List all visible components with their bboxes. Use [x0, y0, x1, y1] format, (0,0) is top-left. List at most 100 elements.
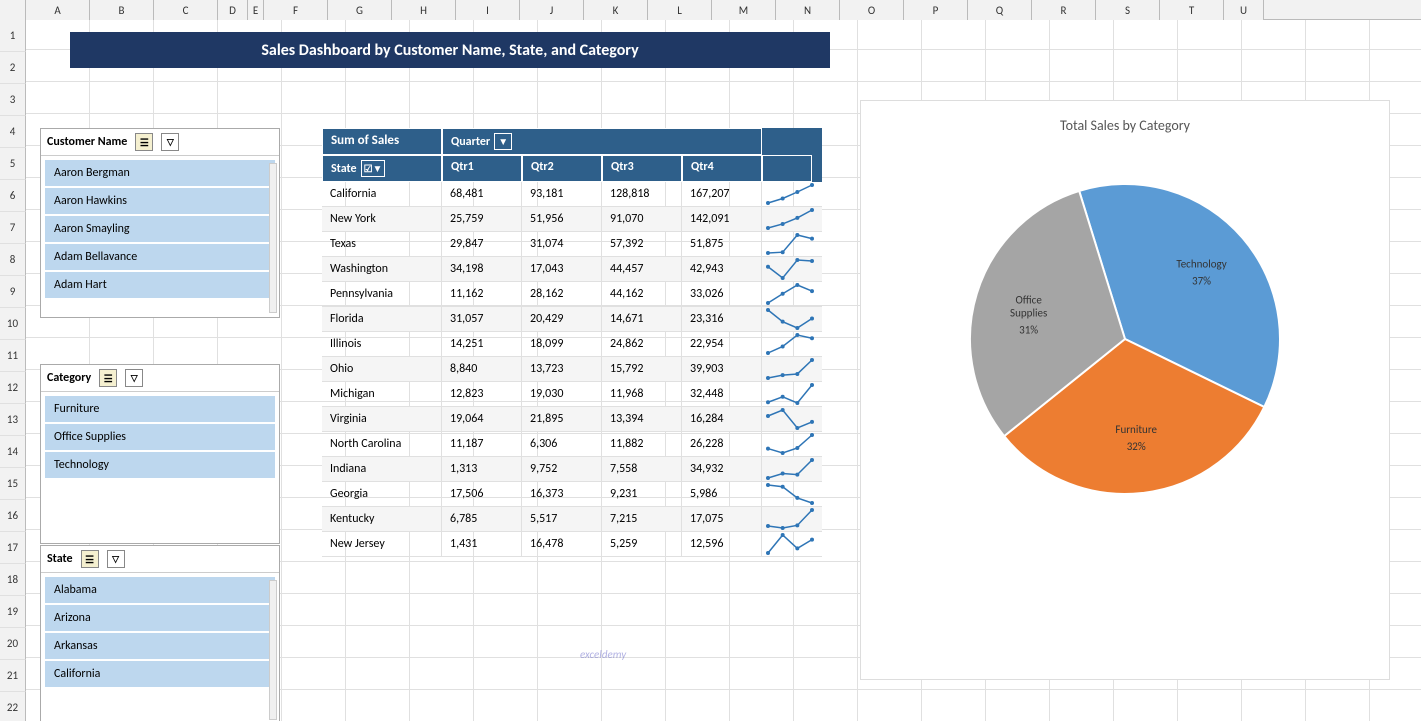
pivot-q3-cell: 13,394	[602, 407, 682, 431]
pivot-q1-cell: 14,251	[442, 332, 522, 356]
pivot-q2-cell: 5,517	[522, 507, 602, 531]
customer-slicer-item[interactable]: Aaron Bergman	[45, 160, 275, 186]
col-header-C: C	[154, 0, 218, 20]
pivot-q2-cell: 21,895	[522, 407, 602, 431]
corner-cell	[0, 0, 26, 20]
row-header-11: 11	[0, 340, 26, 372]
pie-label-technology: Technology	[1176, 257, 1226, 270]
col-header-K: K	[584, 0, 648, 20]
customer-slicer-item[interactable]: Aaron Smayling	[45, 216, 275, 242]
pivot-state-cell: Ohio	[322, 357, 442, 381]
pivot-q1-cell: 34,198	[442, 257, 522, 281]
pivot-data-rows: California 68,481 93,181 128,818 167,207…	[322, 182, 822, 557]
pivot-q1-cell: 6,785	[442, 507, 522, 531]
table-row: Michigan 12,823 19,030 11,968 32,448	[322, 382, 822, 407]
state-slicer-item[interactable]: California	[45, 661, 275, 687]
pivot-sparkline-header	[762, 155, 812, 182]
category-slicer-item[interactable]: Furniture	[45, 396, 275, 422]
pivot-sparkline-cell	[762, 257, 818, 281]
pivot-q4-cell: 39,903	[682, 357, 762, 381]
pivot-q4-cell: 34,932	[682, 457, 762, 481]
row-header-15: 15	[0, 468, 26, 500]
state-slicer-item[interactable]: Alabama	[45, 577, 275, 603]
pivot-sparkline-cell	[762, 182, 818, 206]
customer-slicer-scrollbar[interactable]	[269, 163, 277, 313]
col-header-P: P	[904, 0, 968, 20]
table-row: Ohio 8,840 13,723 15,792 39,903	[322, 357, 822, 382]
row-header-3: 3	[0, 84, 26, 116]
pivot-state-cell: Indiana	[322, 457, 442, 481]
category-slicer-multiselect-icon[interactable]: ☰	[99, 369, 117, 387]
row-header-14: 14	[0, 436, 26, 468]
pivot-q3-cell: 24,862	[602, 332, 682, 356]
pivot-q4-cell: 23,316	[682, 307, 762, 331]
category-slicer-title: Category	[47, 371, 91, 385]
state-filter-btn[interactable]: ☑▼	[361, 160, 386, 177]
pivot-q1-cell: 31,057	[442, 307, 522, 331]
customer-slicer-multiselect-icon[interactable]: ☰	[135, 133, 153, 151]
row-header-16: 16	[0, 500, 26, 532]
quarter-dropdown-btn[interactable]: ▼	[494, 133, 512, 150]
category-slicer-filter-icon[interactable]: ▽	[125, 369, 143, 387]
pie-percent-office-supplies: 31%	[1019, 324, 1038, 337]
category-slicer-item[interactable]: Technology	[45, 452, 275, 478]
pie-percent-furniture: 32%	[1127, 440, 1146, 453]
category-slicer-header: Category ☰ ▽	[41, 365, 279, 392]
pivot-sparkline-cell	[762, 307, 818, 331]
pivot-state-col-header: State ☑▼	[322, 155, 442, 182]
table-row: Florida 31,057 20,429 14,671 23,316	[322, 307, 822, 332]
pivot-qtr3-header: Qtr3	[602, 155, 682, 182]
col-header-T: T	[1160, 0, 1224, 20]
title-bar: Sales Dashboard by Customer Name, State,…	[70, 32, 830, 68]
pivot-q4-cell: 142,091	[682, 207, 762, 231]
customer-slicer-filter-icon[interactable]: ▽	[161, 133, 179, 151]
pivot-q4-cell: 17,075	[682, 507, 762, 531]
pivot-sparkline-cell	[762, 457, 818, 481]
pivot-q4-cell: 51,875	[682, 232, 762, 256]
pivot-state-cell: Florida	[322, 307, 442, 331]
category-slicer-item[interactable]: Office Supplies	[45, 424, 275, 450]
pivot-q4-cell: 33,026	[682, 282, 762, 306]
pivot-q1-cell: 12,823	[442, 382, 522, 406]
pivot-q1-cell: 1,431	[442, 532, 522, 556]
col-header-I: I	[456, 0, 520, 20]
col-header-B: B	[90, 0, 154, 20]
col-header-N: N	[776, 0, 840, 20]
state-slicer-scrollbar[interactable]	[269, 580, 277, 720]
row-header-2: 2	[0, 52, 26, 84]
col-headers: ABCDEFGHIJKLMNOPQRSTU	[0, 0, 1421, 20]
customer-slicer-item[interactable]: Adam Bellavance	[45, 244, 275, 270]
state-slicer-filter-icon[interactable]: ▽	[107, 550, 125, 568]
customer-slicer-item[interactable]: Aaron Hawkins	[45, 188, 275, 214]
spreadsheet: ABCDEFGHIJKLMNOPQRSTU 123456789101112131…	[0, 0, 1421, 721]
table-row: Virginia 19,064 21,895 13,394 16,284	[322, 407, 822, 432]
table-row: Illinois 14,251 18,099 24,862 22,954	[322, 332, 822, 357]
col-header-H: H	[392, 0, 456, 20]
row-header-8: 8	[0, 244, 26, 276]
pivot-q3-cell: 128,818	[602, 182, 682, 206]
pivot-header-row2: State ☑▼ Qtr1 Qtr2 Qtr3 Qtr4	[322, 155, 822, 182]
state-slicer-item[interactable]: Arizona	[45, 605, 275, 631]
row-header-4: 4	[0, 116, 26, 148]
row-header-1: 1	[0, 20, 26, 52]
customer-slicer-item[interactable]: Adam Hart	[45, 272, 275, 298]
pivot-q3-cell: 44,162	[602, 282, 682, 306]
row-header-9: 9	[0, 276, 26, 308]
table-row: Kentucky 6,785 5,517 7,215 17,075	[322, 507, 822, 532]
state-slicer-multiselect-icon[interactable]: ☰	[81, 550, 99, 568]
pivot-sum-of-sales: Sum of Sales	[322, 128, 442, 155]
pivot-sparkline-cell	[762, 207, 818, 231]
col-header-J: J	[520, 0, 584, 20]
state-slicer-item[interactable]: Arkansas	[45, 633, 275, 659]
pivot-state-cell: California	[322, 182, 442, 206]
pivot-q1-cell: 19,064	[442, 407, 522, 431]
pivot-q2-cell: 18,099	[522, 332, 602, 356]
pivot-qtr2-header: Qtr2	[522, 155, 602, 182]
table-row: New York 25,759 51,956 91,070 142,091	[322, 207, 822, 232]
pivot-table: Sum of Sales Quarter ▼ State ☑▼ Qtr1 Qtr…	[322, 128, 822, 557]
row-header-12: 12	[0, 372, 26, 404]
dashboard-title: Sales Dashboard by Customer Name, State,…	[261, 41, 638, 60]
col-header-U: U	[1224, 0, 1264, 20]
customer-slicer-items: Aaron BergmanAaron HawkinsAaron Smayling…	[41, 156, 279, 302]
pivot-q2-cell: 13,723	[522, 357, 602, 381]
